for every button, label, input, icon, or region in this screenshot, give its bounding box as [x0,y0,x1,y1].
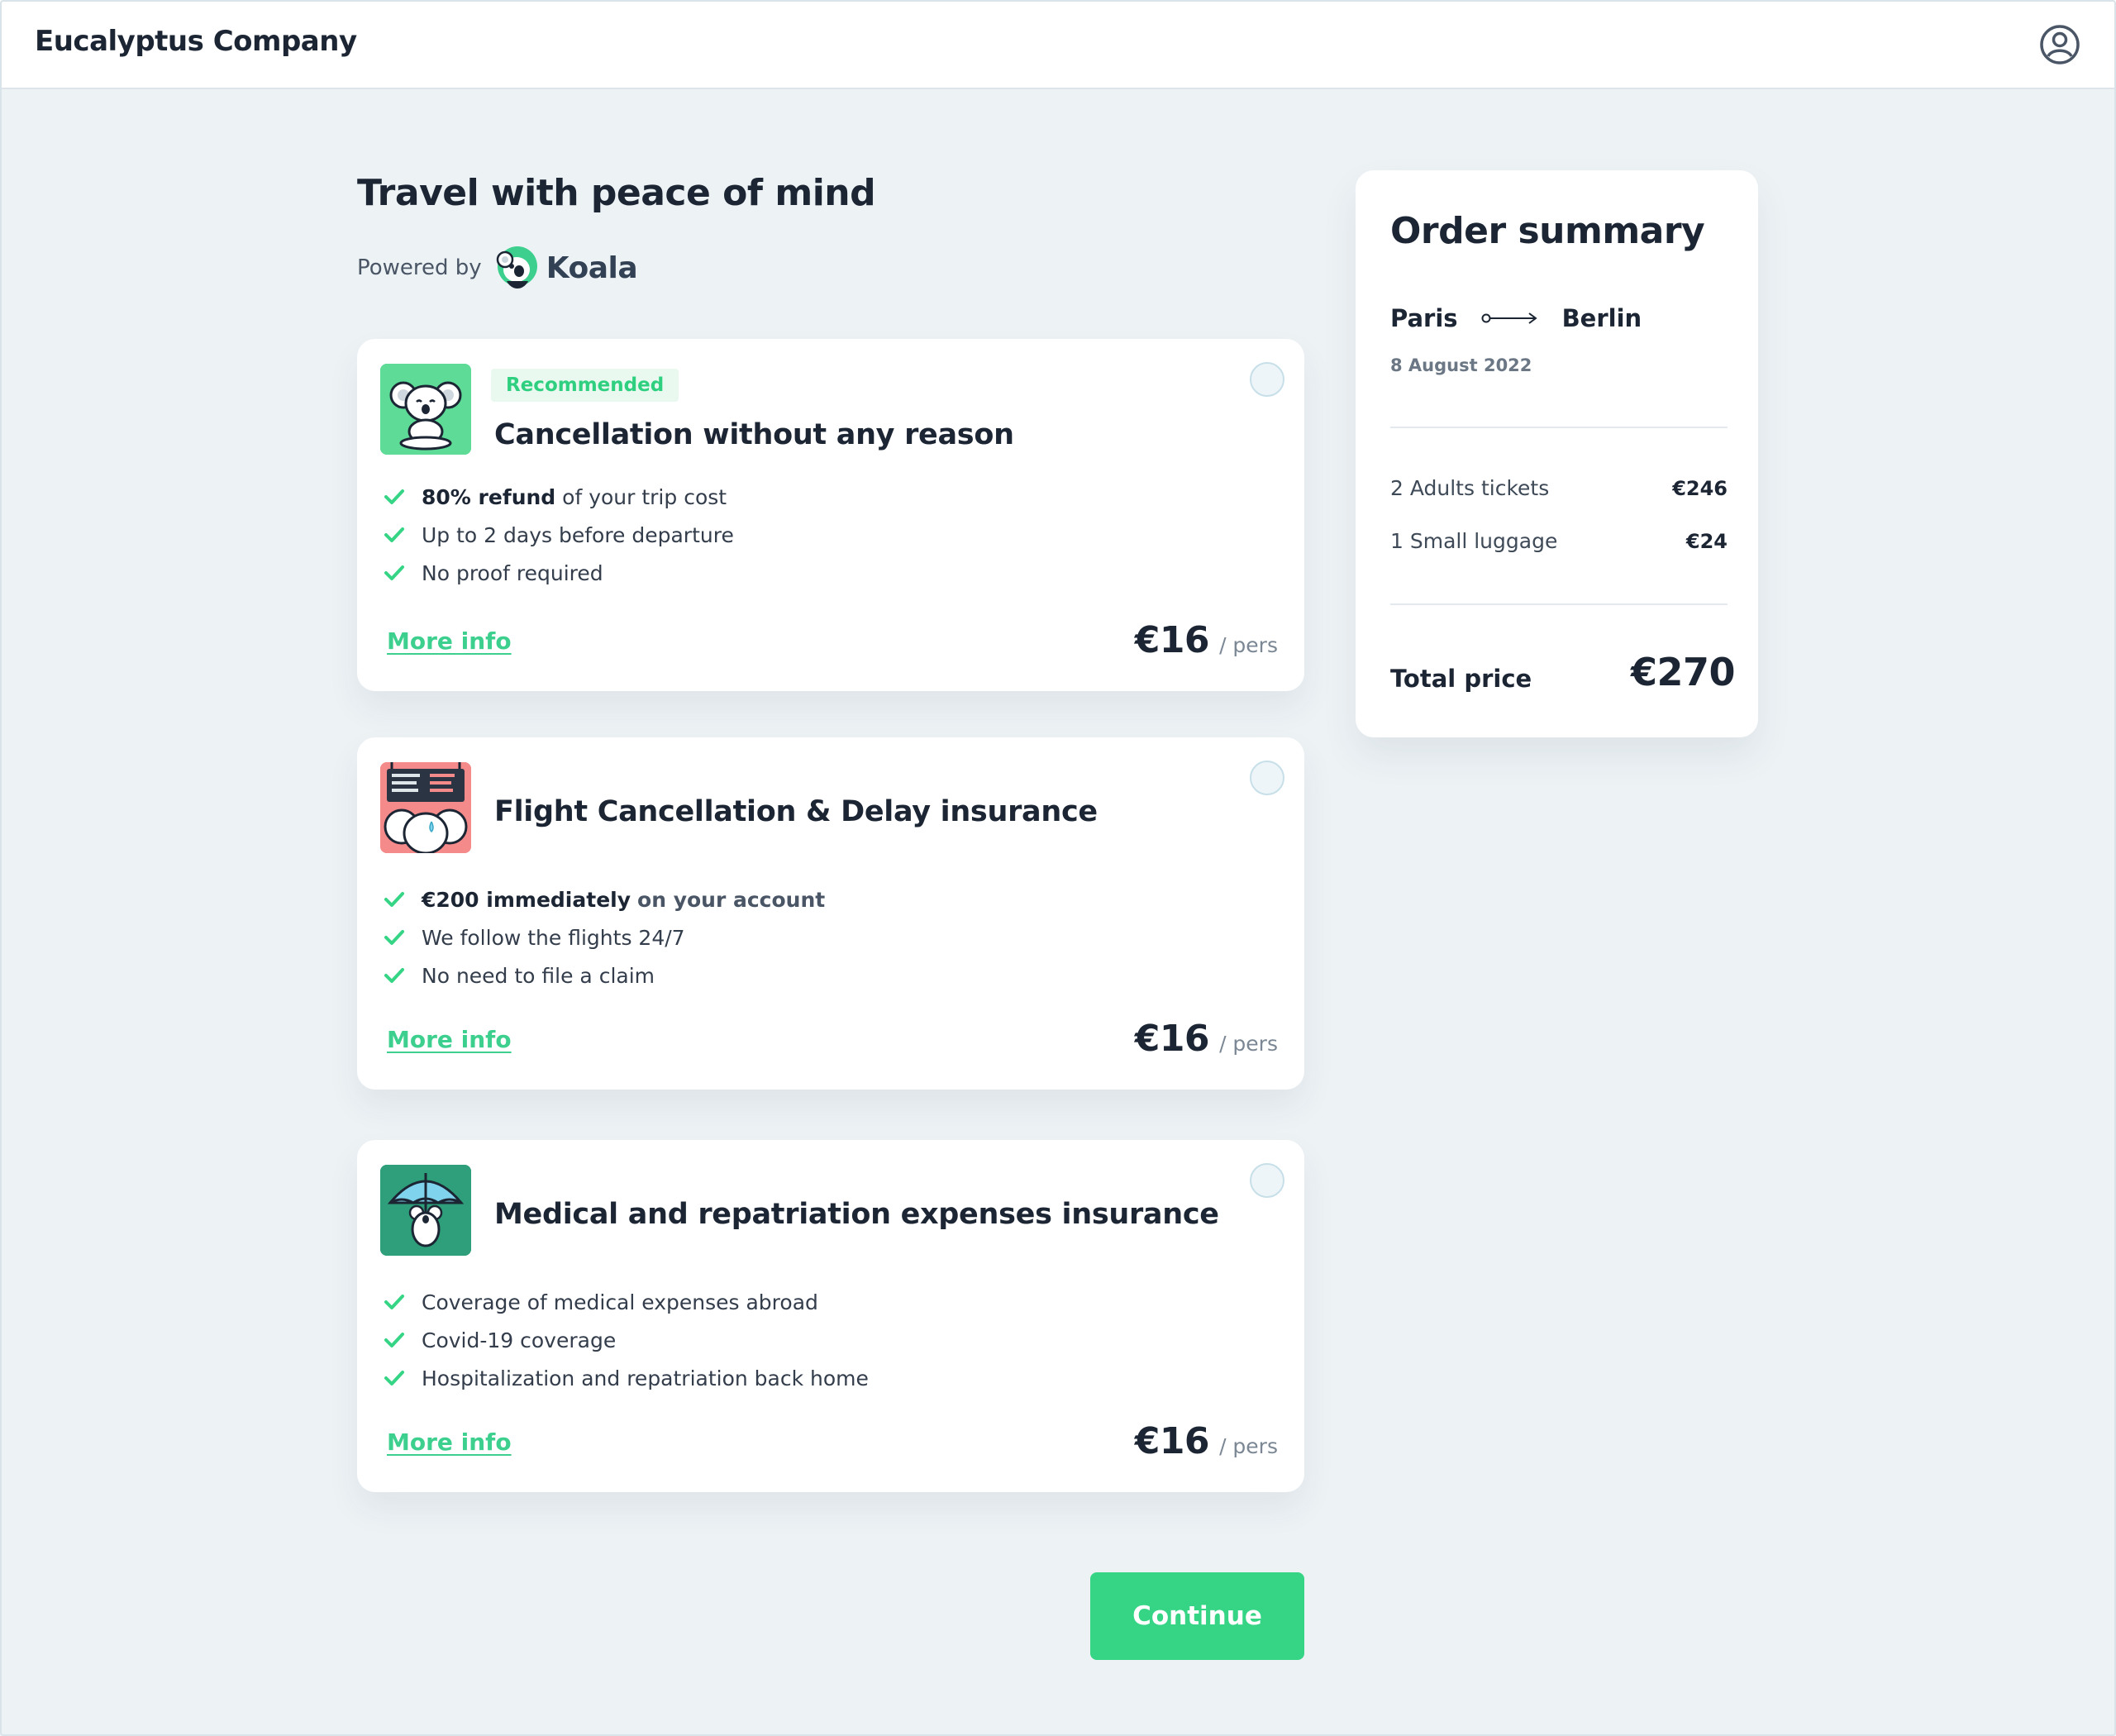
route-origin: Paris [1390,304,1458,332]
page-title: Travel with peace of mind [357,172,876,214]
feature-list: €200 immediately on your account We follo… [384,880,825,994]
check-icon [384,968,404,983]
feature-item: €200 immediately on your account [384,880,825,918]
price: €16 / pers [1135,1018,1278,1060]
feature-text: We follow the flights 24/7 [422,925,685,950]
feature-highlight: €200 immediately [422,887,631,912]
offer-title: Flight Cancellation & Delay insurance [494,795,1098,828]
price: €16 / pers [1135,619,1278,661]
feature-text: on your account [637,887,826,912]
price-unit: / pers [1219,1032,1278,1056]
feature-item: Hospitalization and repatriation back ho… [384,1359,869,1397]
price-amount: €16 [1134,1018,1210,1060]
feature-item: No need to file a claim [384,956,825,994]
feature-item: Covid-19 coverage [384,1321,869,1359]
partner-name: Koala [546,250,638,285]
price-amount: €16 [1134,1420,1210,1462]
brand-name: Eucalyptus Company [35,25,357,58]
feature-text: Up to 2 days before departure [422,522,734,547]
offer-card-cancellation[interactable]: Recommended Cancellation without any rea… [357,339,1304,691]
more-info-link[interactable]: More info [387,1026,512,1053]
feature-text: No proof required [422,560,603,585]
feature-item: Up to 2 days before departure [384,516,734,554]
koala-meditating-icon [380,364,471,455]
feature-highlight: 80% refund [422,484,556,509]
price-amount: €16 [1134,619,1210,661]
feature-list: Coverage of medical expenses abroad Covi… [384,1283,869,1397]
feature-item: No proof required [384,554,734,592]
feature-text: Covid-19 coverage [422,1328,617,1352]
total-label: Total price [1390,665,1532,693]
check-icon [384,1371,404,1385]
continue-button[interactable]: Continue [1090,1572,1304,1660]
feature-item: 80% refund of your trip cost [384,478,734,516]
user-account-icon[interactable] [2038,23,2081,66]
more-info-link[interactable]: More info [387,1428,512,1456]
total-amount: €270 [1630,650,1736,694]
line-item-label: 1 Small luggage [1390,529,1558,553]
summary-line-item: 2 Adults tickets €246 [1390,476,1728,500]
feature-text: Coverage of medical expenses abroad [422,1290,818,1314]
price-unit: / pers [1219,1434,1278,1458]
line-item-label: 2 Adults tickets [1390,476,1550,500]
divider [1390,603,1728,605]
route-arrow-icon [1481,312,1537,324]
feature-text: Hospitalization and repatriation back ho… [422,1366,869,1390]
feature-item: Coverage of medical expenses abroad [384,1283,869,1321]
koala-departure-board-icon [380,762,471,853]
summary-title: Order summary [1390,210,1705,252]
feature-item: We follow the flights 24/7 [384,918,825,956]
line-item-amount: €246 [1672,476,1728,500]
travel-date: 8 August 2022 [1390,355,1532,375]
feature-text: No need to file a claim [422,963,655,988]
check-icon [384,930,404,945]
feature-text: of your trip cost [555,484,727,509]
route: Paris Berlin [1390,304,1642,332]
koala-logo-icon [495,243,540,293]
check-icon [384,565,404,580]
offer-title: Medical and repatriation expenses insura… [494,1198,1219,1231]
more-info-link[interactable]: More info [387,627,512,655]
check-icon [384,1333,404,1347]
price: €16 / pers [1135,1420,1278,1462]
line-item-amount: €24 [1685,529,1728,553]
offer-title: Cancellation without any reason [494,418,1014,451]
powered-by: Powered by Koala [357,241,638,294]
powered-by-label: Powered by [357,255,482,280]
offer-card-flight-delay[interactable]: Flight Cancellation & Delay insurance €2… [357,737,1304,1090]
divider [1390,427,1728,428]
check-icon [384,892,404,907]
select-radio[interactable] [1250,362,1284,397]
select-radio[interactable] [1250,761,1284,795]
route-destination: Berlin [1561,304,1642,332]
recommended-badge: Recommended [491,369,679,402]
koala-umbrella-icon [380,1165,471,1256]
select-radio[interactable] [1250,1163,1284,1198]
price-unit: / pers [1219,633,1278,657]
order-summary: Order summary Paris Berlin 8 August 2022… [1356,170,1758,737]
offer-card-medical[interactable]: Medical and repatriation expenses insura… [357,1140,1304,1492]
feature-list: 80% refund of your trip cost Up to 2 day… [384,478,734,592]
check-icon [384,489,404,504]
check-icon [384,527,404,542]
summary-line-item: 1 Small luggage €24 [1390,529,1728,553]
top-bar: Eucalyptus Company [0,0,2116,89]
check-icon [384,1295,404,1309]
